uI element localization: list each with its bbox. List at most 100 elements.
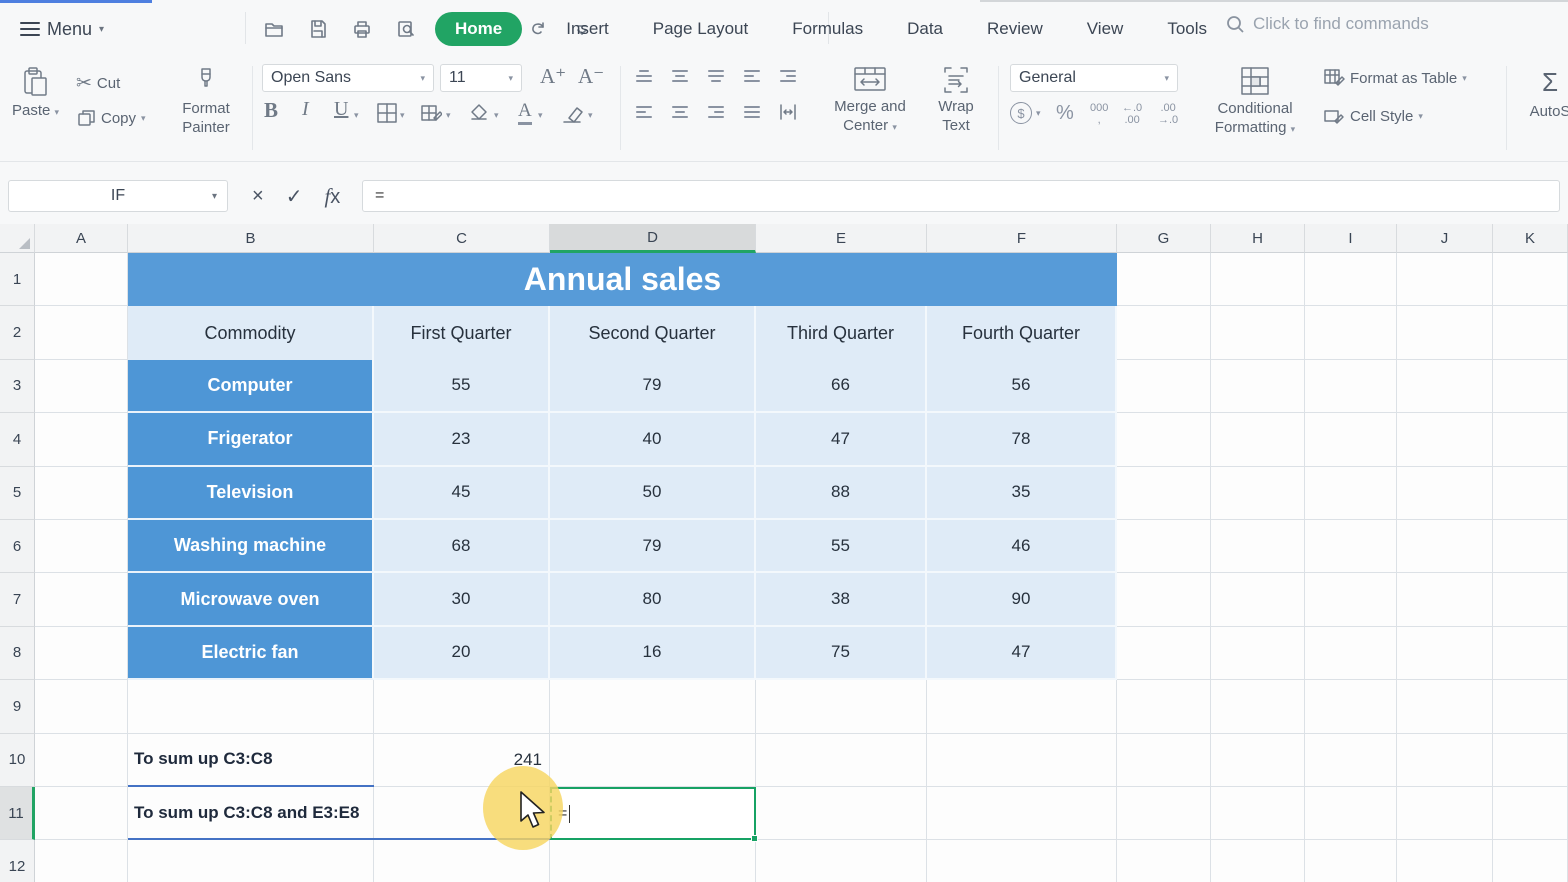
tab-data[interactable]: Data [907, 19, 943, 39]
autosum-button[interactable]: Σ AutoS [1520, 66, 1568, 121]
cell-F4-value[interactable]: 78 [927, 413, 1117, 467]
cell-C4-value[interactable]: 23 [374, 413, 550, 467]
column-header-I[interactable]: I [1305, 224, 1397, 253]
align-middle-button[interactable] [672, 70, 688, 82]
fill-handle[interactable] [751, 835, 758, 843]
chevron-down-icon[interactable]: ▾ [400, 110, 405, 121]
increase-font-button[interactable]: A⁺ [540, 64, 566, 89]
row-header-3[interactable]: 3 [0, 359, 35, 414]
column-header-B[interactable]: B [128, 224, 374, 253]
decrease-decimal-button[interactable]: ←.0 .00 [1122, 102, 1142, 126]
align-top-button[interactable] [636, 70, 652, 82]
column-header-A[interactable]: A [35, 224, 128, 253]
distributed-button[interactable] [778, 102, 798, 127]
merge-center-button[interactable]: Merge and Center ▾ [822, 66, 918, 136]
cell-D8-value[interactable]: 16 [550, 626, 756, 681]
number-format-select[interactable]: General ▾ [1010, 64, 1178, 92]
align-bottom-button[interactable] [708, 70, 724, 82]
cell-C7-value[interactable]: 30 [374, 573, 550, 627]
justify-button[interactable] [744, 106, 760, 118]
tab-home[interactable]: Home [435, 12, 523, 46]
chevron-down-icon[interactable]: ▾ [354, 110, 359, 121]
increase-decimal-button[interactable]: .00 →.0 [1158, 102, 1178, 126]
save-icon[interactable] [306, 17, 330, 41]
cell-F2-header[interactable]: Fourth Quarter [927, 306, 1117, 360]
cancel-icon[interactable]: × [252, 185, 264, 208]
conditional-formatting-button[interactable]: Conditional Formatting ▾ [1205, 66, 1305, 138]
cell-B4-product[interactable]: Frigerator [128, 413, 374, 467]
tab-formulas[interactable]: Formulas [792, 19, 863, 39]
row-header-4[interactable]: 4 [0, 413, 35, 467]
cell-F8-value[interactable]: 47 [927, 626, 1117, 681]
row-header-1[interactable]: 1 [0, 253, 35, 307]
active-cell-D11[interactable]: = [550, 787, 758, 843]
comma-style-button[interactable]: 000 , [1090, 102, 1108, 126]
cell-E3-value[interactable]: 66 [756, 359, 927, 414]
align-left-button[interactable] [636, 106, 652, 118]
cell-C3-value[interactable]: 55 [374, 359, 550, 414]
row-header-9[interactable]: 9 [0, 680, 35, 734]
formula-input[interactable]: = [362, 180, 1560, 212]
row-header-7[interactable]: 7 [0, 573, 35, 627]
column-header-J[interactable]: J [1397, 224, 1493, 253]
cell-C5-value[interactable]: 45 [374, 466, 550, 520]
row-header-2[interactable]: 2 [0, 306, 35, 360]
align-center-button[interactable] [672, 106, 688, 118]
paste-button[interactable]: Paste ▾ [12, 66, 59, 121]
bold-button[interactable]: B [264, 98, 278, 123]
underline-button[interactable]: U [334, 98, 348, 121]
row-header-8[interactable]: 8 [0, 626, 35, 681]
copy-button[interactable]: Copy ▾ [76, 108, 146, 128]
chevron-down-icon[interactable]: ▾ [494, 110, 499, 121]
cell-E8-value[interactable]: 75 [756, 626, 927, 681]
column-header-D[interactable]: D [550, 224, 756, 253]
cell-style-button[interactable]: Cell Style ▾ [1323, 106, 1423, 126]
cell-D2-header[interactable]: Second Quarter [550, 306, 756, 360]
cell-C8-value[interactable]: 20 [374, 626, 550, 681]
cut-button[interactable]: ✂ Cut [76, 72, 120, 95]
cell-D4-value[interactable]: 40 [550, 413, 756, 467]
shading-button[interactable] [420, 102, 443, 129]
tab-page-layout[interactable]: Page Layout [653, 19, 748, 39]
font-size-select[interactable]: 11 ▾ [440, 64, 522, 92]
cell-D7-value[interactable]: 80 [550, 573, 756, 627]
decrease-indent-button[interactable] [744, 70, 760, 82]
chevron-down-icon[interactable]: ▾ [588, 110, 593, 121]
tab-insert[interactable]: Insert [566, 19, 609, 39]
command-search[interactable]: Click to find commands [1225, 14, 1429, 34]
cell-E6-value[interactable]: 55 [756, 520, 927, 574]
cell-D5-value[interactable]: 50 [550, 466, 756, 520]
cell-B10-note[interactable]: To sum up C3:C8 [128, 734, 374, 787]
cell-B1-table-title[interactable]: Annual sales [128, 253, 1117, 307]
cell-D3-value[interactable]: 79 [550, 359, 756, 414]
menu-button[interactable]: Menu ▾ [12, 12, 112, 46]
cells-area[interactable]: Annual sales Commodity First Quarter Second… [35, 253, 1568, 882]
cell-E5-value[interactable]: 88 [756, 466, 927, 520]
cell-F7-value[interactable]: 90 [927, 573, 1117, 627]
chevron-down-icon[interactable]: ▾ [446, 110, 451, 121]
cell-B2-header[interactable]: Commodity [128, 306, 374, 360]
row-header-11[interactable]: 11 [0, 786, 35, 841]
print-icon[interactable] [350, 17, 374, 41]
cell-D6-value[interactable]: 79 [550, 520, 756, 574]
cell-C2-header[interactable]: First Quarter [374, 306, 550, 360]
select-all-corner[interactable] [0, 224, 35, 253]
column-header-C[interactable]: C [374, 224, 550, 253]
format-as-table-button[interactable]: Format as Table ▾ [1323, 68, 1467, 88]
cell-C6-value[interactable]: 68 [374, 520, 550, 574]
row-header-12[interactable]: 12 [0, 840, 35, 882]
cell-B5-product[interactable]: Television [128, 466, 374, 520]
cell-B8-product[interactable]: Electric fan [128, 626, 374, 681]
column-header-F[interactable]: F [927, 224, 1117, 253]
insert-function-icon[interactable]: fx [324, 184, 340, 209]
row-header-5[interactable]: 5 [0, 466, 35, 520]
fill-color-button[interactable] [468, 102, 490, 129]
tab-view[interactable]: View [1087, 19, 1124, 39]
column-header-G[interactable]: G [1117, 224, 1211, 253]
row-header-10[interactable]: 10 [0, 733, 35, 787]
format-painter-button[interactable]: Format Painter [168, 66, 244, 138]
cell-B7-product[interactable]: Microwave oven [128, 573, 374, 627]
column-header-H[interactable]: H [1211, 224, 1305, 253]
open-icon[interactable] [262, 17, 286, 41]
borders-button[interactable] [376, 102, 398, 129]
